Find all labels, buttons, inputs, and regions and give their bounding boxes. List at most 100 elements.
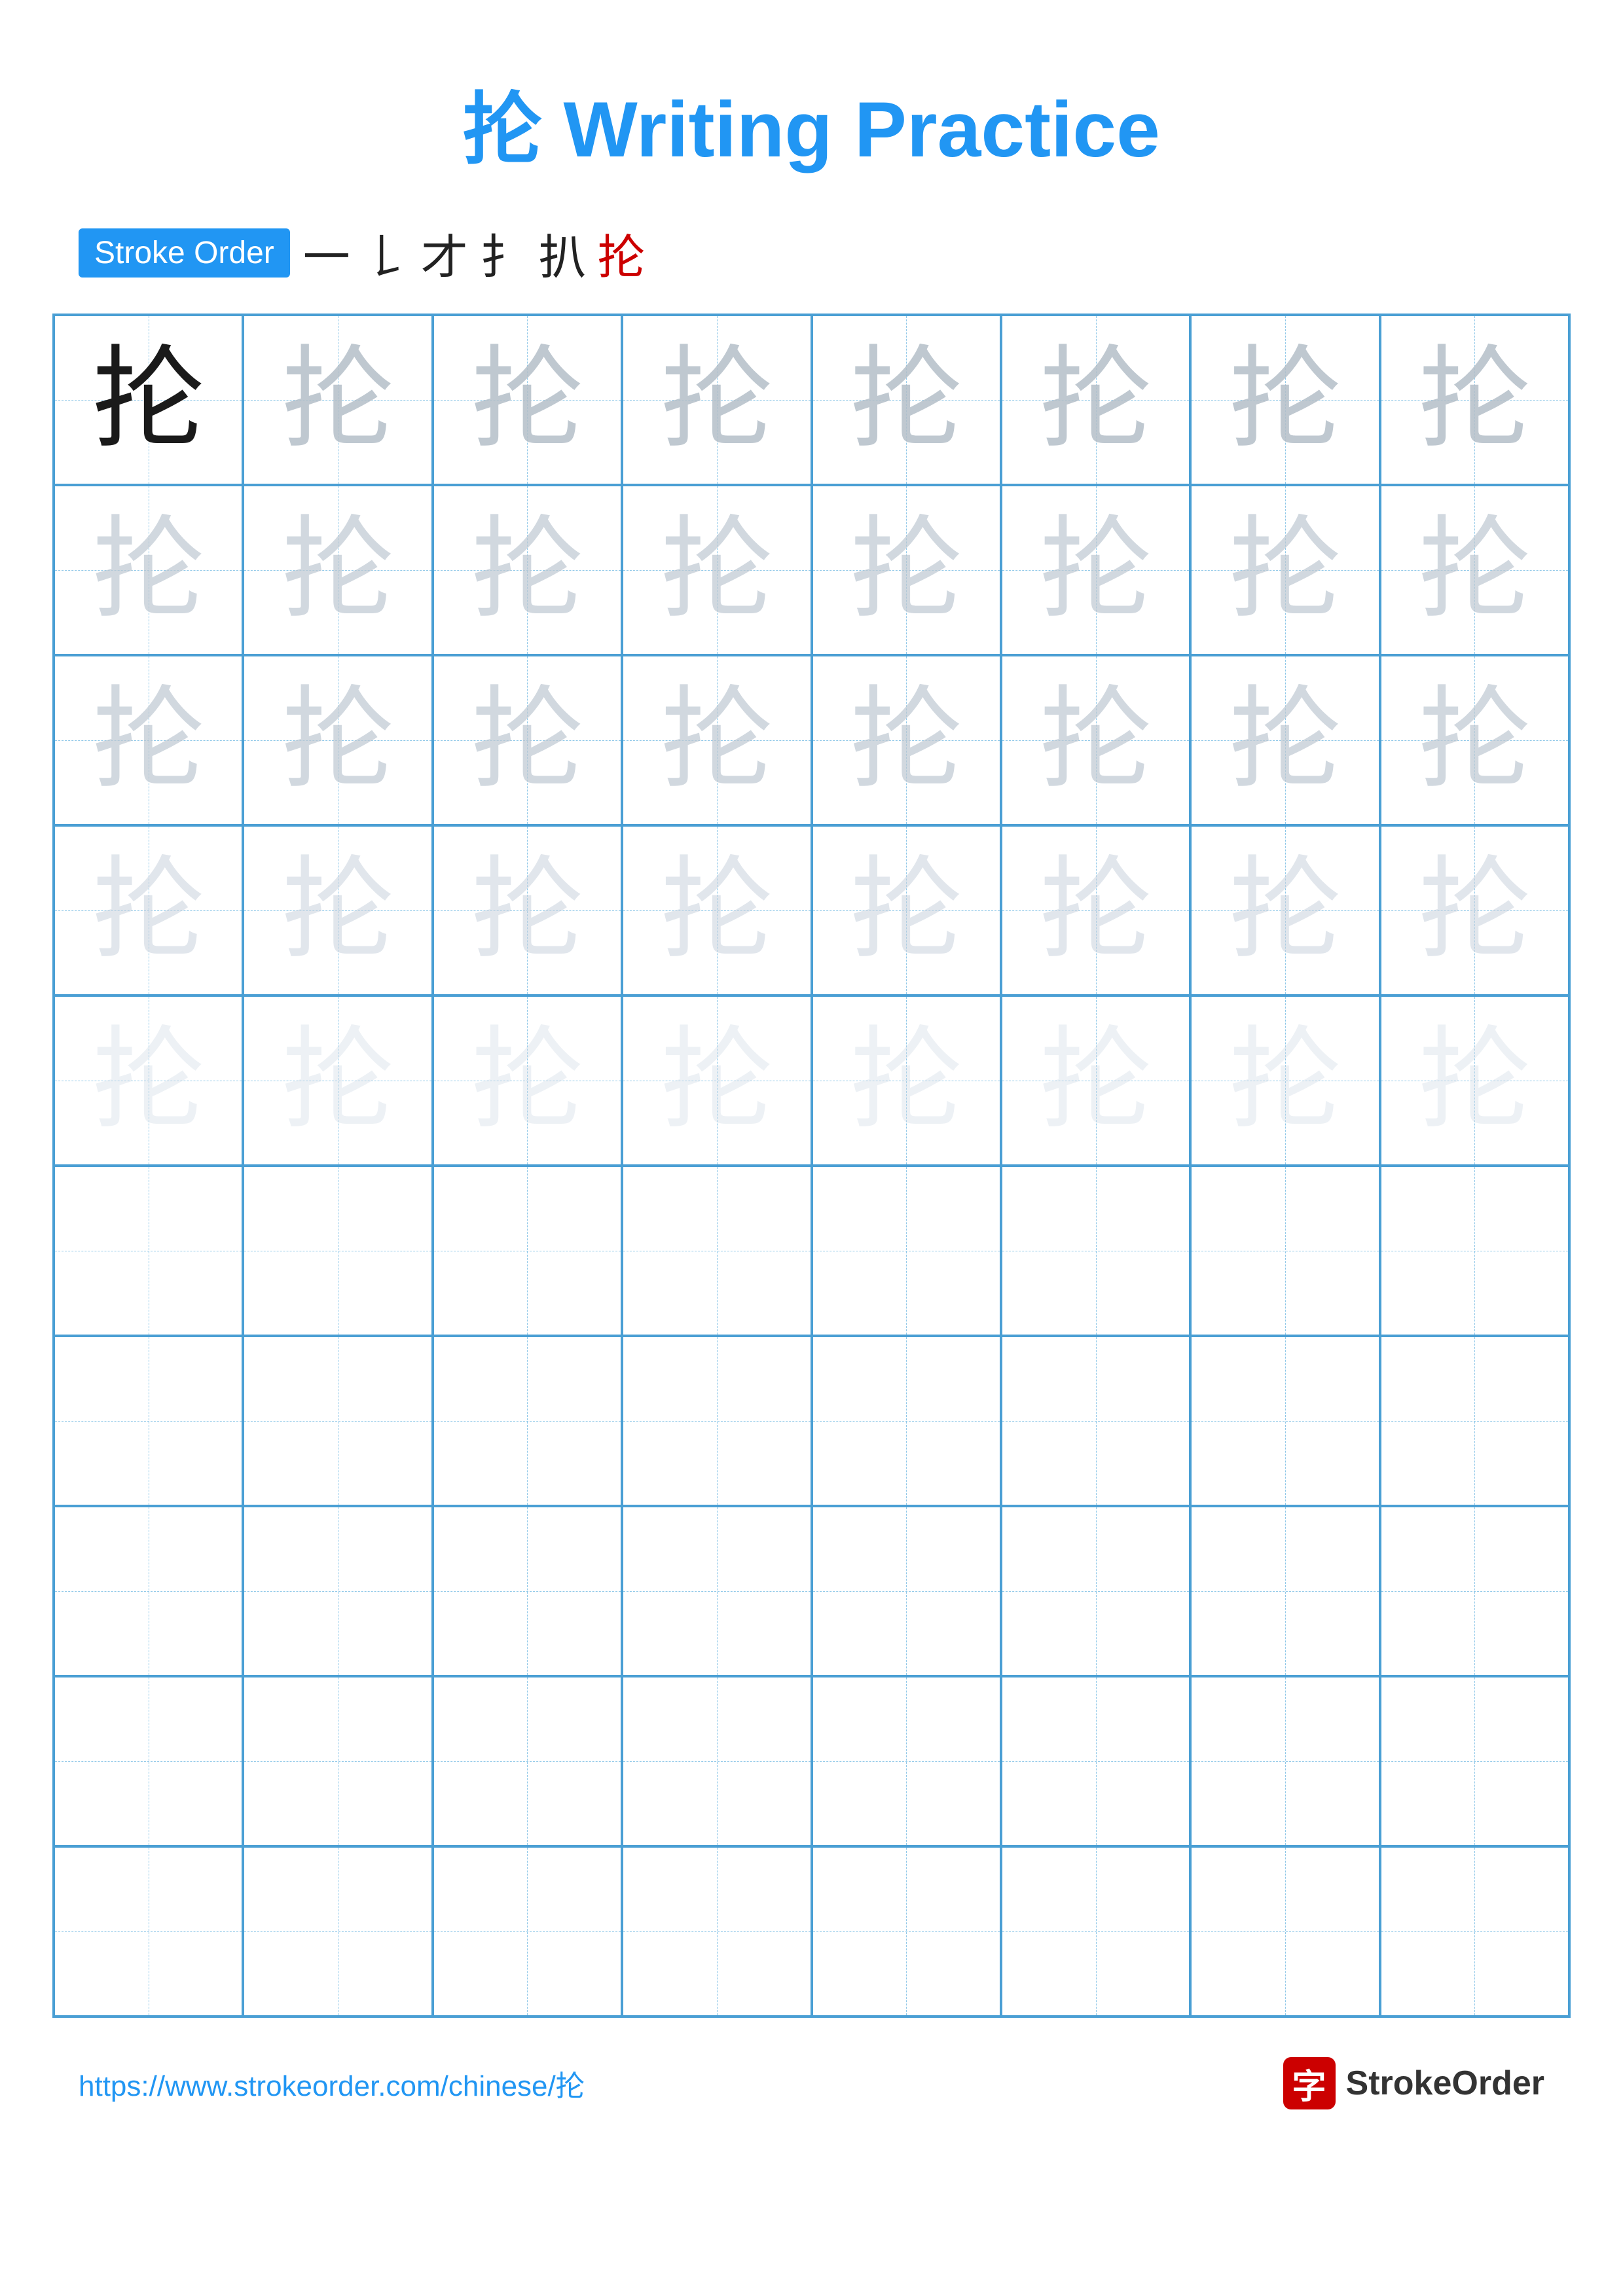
grid-cell-r6c8[interactable] [1380,1166,1569,1336]
grid-cell-r10c1[interactable] [54,1846,243,2017]
char-ghost-dark: 抡 [850,344,962,456]
grid-cell-r7c4[interactable] [622,1336,811,1506]
grid-cell-r4c5[interactable]: 抡 [812,825,1001,996]
grid-cell-r6c5[interactable] [812,1166,1001,1336]
grid-cell-r3c8[interactable]: 抡 [1380,655,1569,825]
grid-cell-r2c8[interactable]: 抡 [1380,485,1569,655]
grid-cell-r7c2[interactable] [243,1336,432,1506]
stroke-1: 一 [303,219,350,287]
grid-cell-r2c5[interactable]: 抡 [812,485,1001,655]
page-title: 抡 Writing Practice [463,86,1160,173]
grid-cell-r9c7[interactable] [1190,1676,1379,1846]
grid-cell-r5c3[interactable]: 抡 [433,996,622,1166]
char-ghost-very-light: 抡 [1040,1025,1152,1136]
grid-cell-r1c5[interactable]: 抡 [812,315,1001,485]
grid-cell-r7c7[interactable] [1190,1336,1379,1506]
grid-cell-r9c2[interactable] [243,1676,432,1846]
char-ghost-medium: 抡 [282,685,393,796]
grid-cell-r6c3[interactable] [433,1166,622,1336]
grid-cell-r7c8[interactable] [1380,1336,1569,1506]
grid-cell-r2c3[interactable]: 抡 [433,485,622,655]
grid-cell-r8c7[interactable] [1190,1506,1379,1676]
grid-cell-r9c4[interactable] [622,1676,811,1846]
grid-cell-r10c4[interactable] [622,1846,811,2017]
char-ghost-light: 抡 [282,855,393,966]
grid-cell-r6c6[interactable] [1001,1166,1190,1336]
grid-cell-r1c3[interactable]: 抡 [433,315,622,485]
grid-cell-r9c1[interactable] [54,1676,243,1846]
grid-cell-r3c1[interactable]: 抡 [54,655,243,825]
grid-cell-r8c1[interactable] [54,1506,243,1676]
grid-cell-r3c6[interactable]: 抡 [1001,655,1190,825]
char-ghost-light: 抡 [471,855,583,966]
grid-cell-r9c5[interactable] [812,1676,1001,1846]
grid-cell-r1c8[interactable]: 抡 [1380,315,1569,485]
grid-cell-r5c2[interactable]: 抡 [243,996,432,1166]
grid-cell-r6c2[interactable] [243,1166,432,1336]
grid-cell-r2c1[interactable]: 抡 [54,485,243,655]
grid-cell-r10c2[interactable] [243,1846,432,2017]
grid-cell-r5c7[interactable]: 抡 [1190,996,1379,1166]
grid-cell-r9c8[interactable] [1380,1676,1569,1846]
grid-cell-r4c7[interactable]: 抡 [1190,825,1379,996]
grid-cell-r5c1[interactable]: 抡 [54,996,243,1166]
char-ghost-very-light: 抡 [1419,1025,1530,1136]
grid-cell-r10c8[interactable] [1380,1846,1569,2017]
grid-cell-r4c4[interactable]: 抡 [622,825,811,996]
grid-cell-r1c7[interactable]: 抡 [1190,315,1379,485]
grid-cell-r10c5[interactable] [812,1846,1001,2017]
grid-cell-r3c3[interactable]: 抡 [433,655,622,825]
grid-cell-r5c4[interactable]: 抡 [622,996,811,1166]
grid-cell-r3c7[interactable]: 抡 [1190,655,1379,825]
grid-cell-r8c8[interactable] [1380,1506,1569,1676]
char-ghost-light: 抡 [1419,855,1530,966]
stroke-4: 扌 [480,219,527,287]
grid-cell-r1c1[interactable]: 抡 [54,315,243,485]
title-section: 抡 Writing Practice [52,65,1571,179]
grid-cell-r9c6[interactable] [1001,1676,1190,1846]
char-ghost-medium: 抡 [1419,514,1530,626]
grid-cell-r3c5[interactable]: 抡 [812,655,1001,825]
grid-cell-r8c3[interactable] [433,1506,622,1676]
grid-cell-r6c4[interactable] [622,1166,811,1336]
char-ghost-medium: 抡 [850,514,962,626]
grid-cell-r2c6[interactable]: 抡 [1001,485,1190,655]
grid-cell-r1c4[interactable]: 抡 [622,315,811,485]
grid-cell-r10c7[interactable] [1190,1846,1379,2017]
footer-url[interactable]: https://www.strokeorder.com/chinese/抡 [79,2062,585,2104]
grid-cell-r4c3[interactable]: 抡 [433,825,622,996]
grid-cell-r4c6[interactable]: 抡 [1001,825,1190,996]
grid-cell-r1c6[interactable]: 抡 [1001,315,1190,485]
grid-cell-r3c4[interactable]: 抡 [622,655,811,825]
grid-cell-r5c8[interactable]: 抡 [1380,996,1569,1166]
char-ghost-medium: 抡 [471,685,583,796]
char-ghost-very-light: 抡 [282,1025,393,1136]
grid-cell-r10c6[interactable] [1001,1846,1190,2017]
char-ghost-dark: 抡 [471,344,583,456]
grid-cell-r2c2[interactable]: 抡 [243,485,432,655]
grid-cell-r1c2[interactable]: 抡 [243,315,432,485]
grid-cell-r7c3[interactable] [433,1336,622,1506]
grid-cell-r4c8[interactable]: 抡 [1380,825,1569,996]
grid-cell-r8c5[interactable] [812,1506,1001,1676]
grid-cell-r5c6[interactable]: 抡 [1001,996,1190,1166]
grid-cell-r8c4[interactable] [622,1506,811,1676]
grid-cell-r2c7[interactable]: 抡 [1190,485,1379,655]
char-ghost-medium: 抡 [93,685,204,796]
grid-cell-r7c1[interactable] [54,1336,243,1506]
grid-cell-r4c2[interactable]: 抡 [243,825,432,996]
grid-cell-r8c2[interactable] [243,1506,432,1676]
grid-cell-r5c5[interactable]: 抡 [812,996,1001,1166]
grid-cell-r7c5[interactable] [812,1336,1001,1506]
grid-cell-r3c2[interactable]: 抡 [243,655,432,825]
grid-cell-r2c4[interactable]: 抡 [622,485,811,655]
grid-cell-r8c6[interactable] [1001,1506,1190,1676]
grid-cell-r7c6[interactable] [1001,1336,1190,1506]
grid-cell-r10c3[interactable] [433,1846,622,2017]
grid-cell-r6c7[interactable] [1190,1166,1379,1336]
grid-cell-r9c3[interactable] [433,1676,622,1846]
char-ghost-medium: 抡 [93,514,204,626]
char-ghost-light: 抡 [661,855,773,966]
grid-cell-r6c1[interactable] [54,1166,243,1336]
grid-cell-r4c1[interactable]: 抡 [54,825,243,996]
